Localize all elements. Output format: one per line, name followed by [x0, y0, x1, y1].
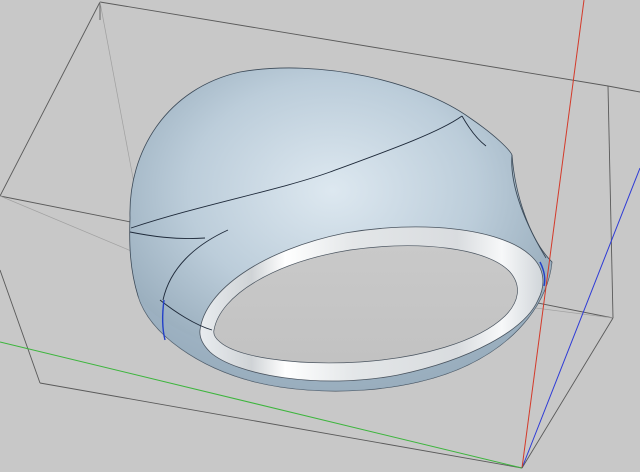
bounding-box-front	[521, 317, 614, 469]
3d-viewport[interactable]	[0, 0, 640, 472]
y-axis-line	[521, 167, 640, 469]
3d-scene[interactable]	[0, 0, 640, 472]
